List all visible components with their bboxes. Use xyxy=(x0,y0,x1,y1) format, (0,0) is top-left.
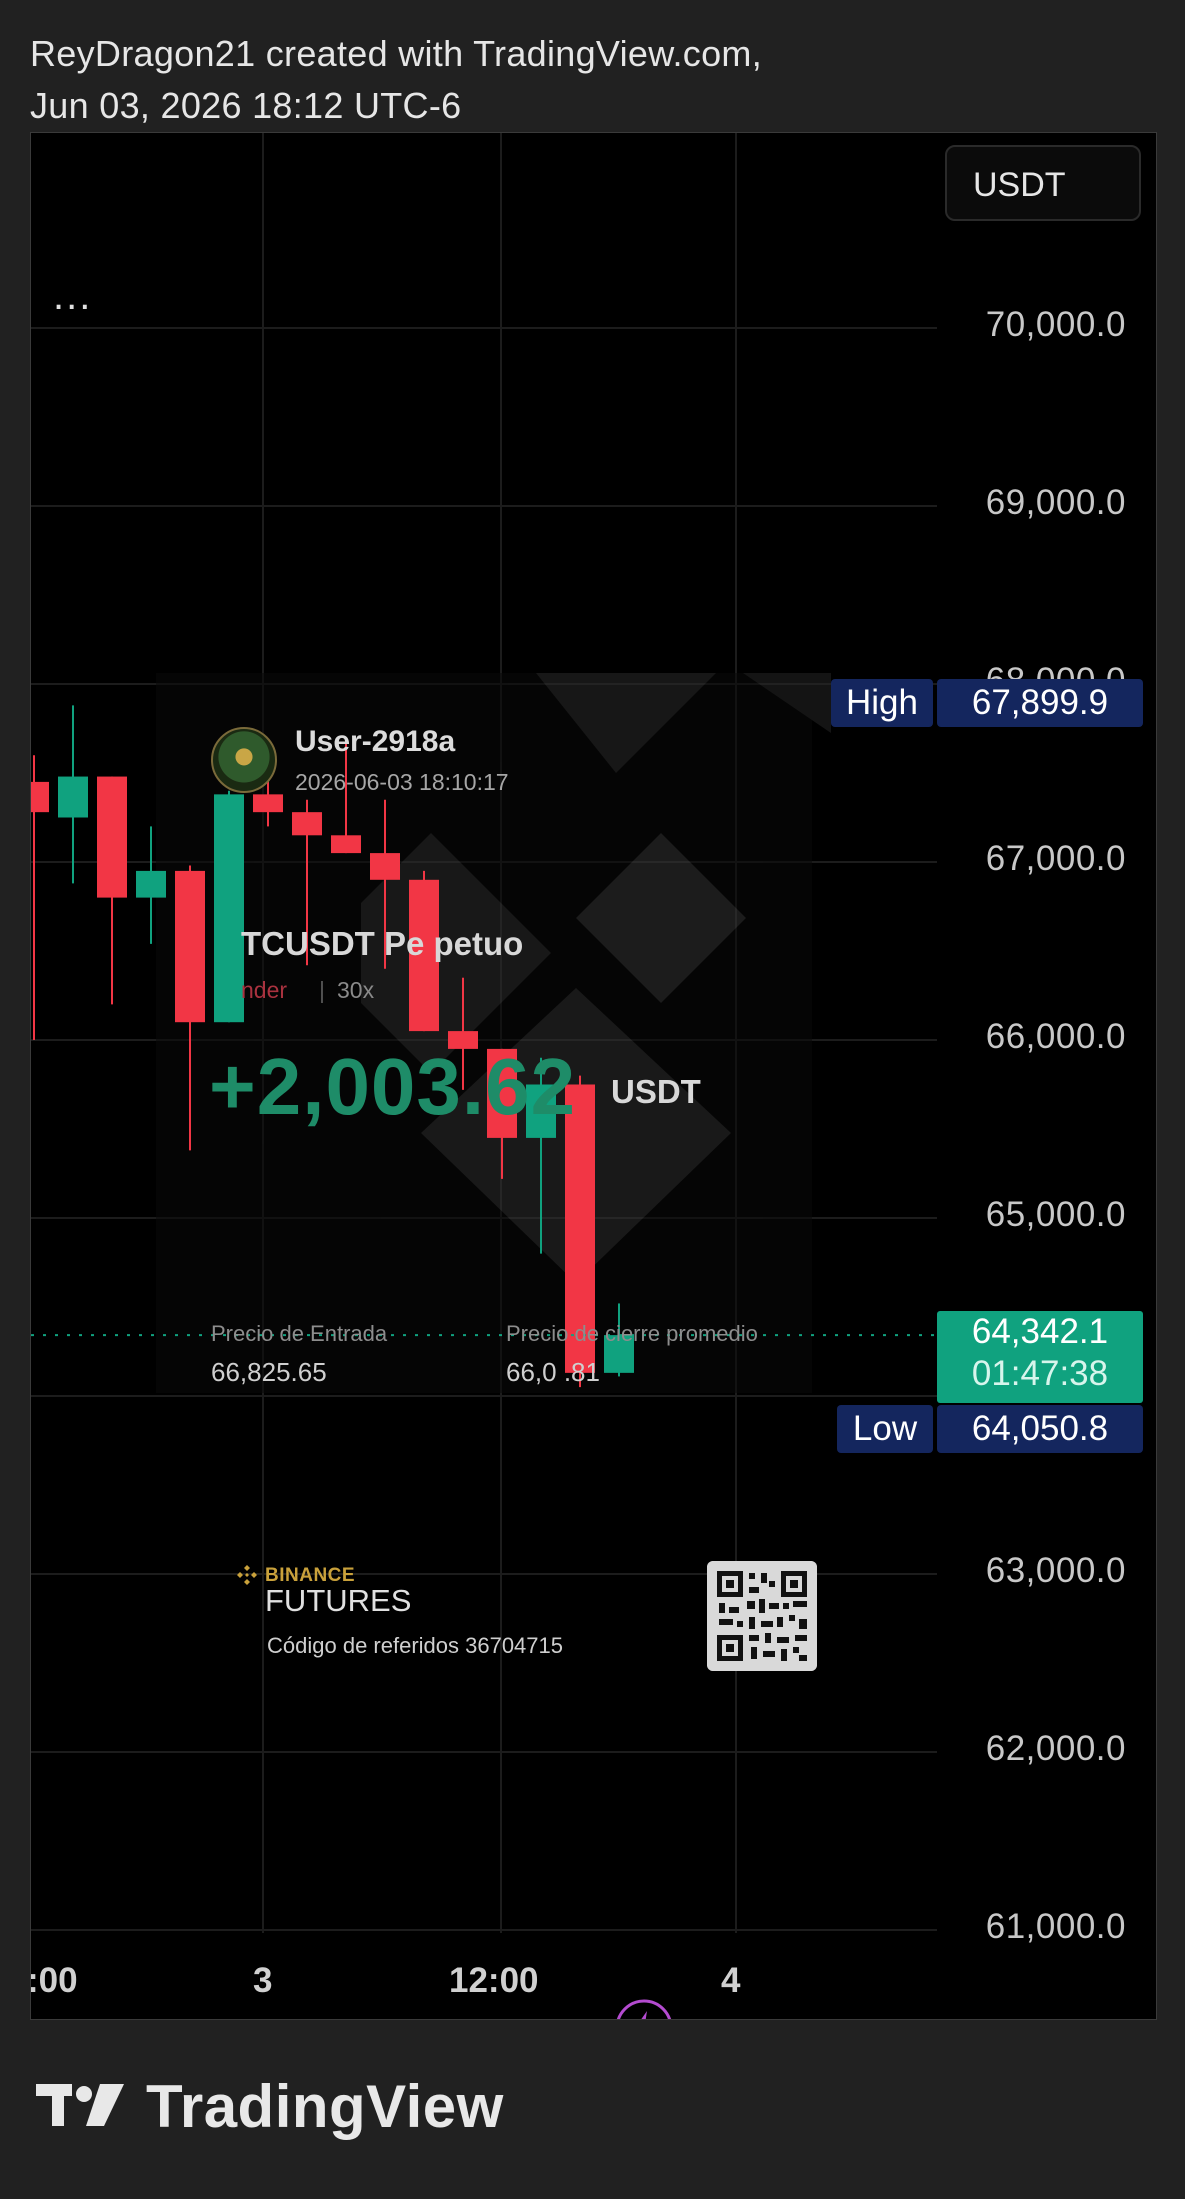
price-tick: 69,000.0 xyxy=(985,483,1126,522)
card-timestamp: 2026-06-03 18:10:17 xyxy=(295,769,509,795)
entry-price-value: 66,825.65 xyxy=(211,1357,327,1387)
binance-icon xyxy=(237,1565,257,1585)
close-price-value: 66,0 .81 xyxy=(506,1357,600,1387)
avatar xyxy=(211,727,277,793)
time-axis-label: 4 xyxy=(721,1961,741,2000)
price-tick: 62,000.0 xyxy=(985,1729,1126,1768)
header-author-line: ReyDragon21 created with TradingView.com… xyxy=(30,33,763,74)
high-label: High xyxy=(831,679,933,727)
current-price-badge: 64,342.1 01:47:38 xyxy=(937,1311,1143,1403)
price-tick: 63,000.0 xyxy=(985,1551,1126,1590)
card-username: User-2918a xyxy=(295,725,456,758)
footer-brand: TradingView xyxy=(146,2073,504,2140)
time-axis-label: 12:00 xyxy=(449,1961,539,2000)
low-value: 64,050.8 xyxy=(937,1405,1143,1453)
candle-down xyxy=(31,781,49,813)
lightning-icon[interactable] xyxy=(615,1999,673,2020)
card-pnl: +2,003.62 xyxy=(209,1042,577,1131)
entry-price-label: Precio de Entrada xyxy=(211,1321,388,1346)
price-tick: 66,000.0 xyxy=(985,1017,1126,1056)
candle-up xyxy=(58,776,88,818)
price-tick: 61,000.0 xyxy=(985,1907,1126,1946)
bar-countdown: 01:47:38 xyxy=(971,1354,1109,1393)
chart-menu-button[interactable]: ... xyxy=(53,276,92,316)
currency-selector[interactable]: USDT xyxy=(945,145,1141,221)
card-divider: | xyxy=(319,977,325,1003)
candle-up xyxy=(136,870,166,898)
time-axis-label: :00 xyxy=(30,1961,78,2000)
current-price-value: 64,342.1 xyxy=(971,1312,1109,1351)
ellipsis-icon: ... xyxy=(53,274,93,318)
low-label: Low xyxy=(837,1405,933,1453)
high-value: 67,899.9 xyxy=(937,679,1143,727)
card-pnl-unit: USDT xyxy=(611,1073,701,1110)
card-pair: TCUSDT Pe petuo xyxy=(241,925,524,962)
currency-selector-value: USDT xyxy=(973,166,1066,204)
referral-code: Código de referidos 36704715 xyxy=(267,1633,564,1658)
price-tick: 70,000.0 xyxy=(985,305,1126,344)
tradingview-logo-icon xyxy=(36,2084,124,2126)
header-date-line: Jun 03, 2026 18:12 UTC-6 xyxy=(30,85,462,126)
header: ReyDragon21 created with TradingView.com… xyxy=(30,28,762,132)
pnl-share-card: User-2918a 2026-06-03 18:10:17 TCUSDT Pe… xyxy=(171,681,827,1391)
candle-down xyxy=(97,776,127,898)
qr-code-icon xyxy=(707,1561,817,1671)
close-price-label: Precio de cierre promedio xyxy=(506,1321,758,1346)
time-axis-label: 3 xyxy=(253,1961,273,2000)
price-tick: 67,000.0 xyxy=(985,839,1126,878)
card-leverage: 30x xyxy=(337,977,375,1003)
chart-panel[interactable]: ... USDT 70,000.0 69,000.0 68,000.0 67,0… xyxy=(30,132,1157,2020)
card-side: nder xyxy=(241,977,288,1003)
price-tick: 65,000.0 xyxy=(985,1195,1126,1234)
futures-label: FUTURES xyxy=(265,1583,412,1618)
